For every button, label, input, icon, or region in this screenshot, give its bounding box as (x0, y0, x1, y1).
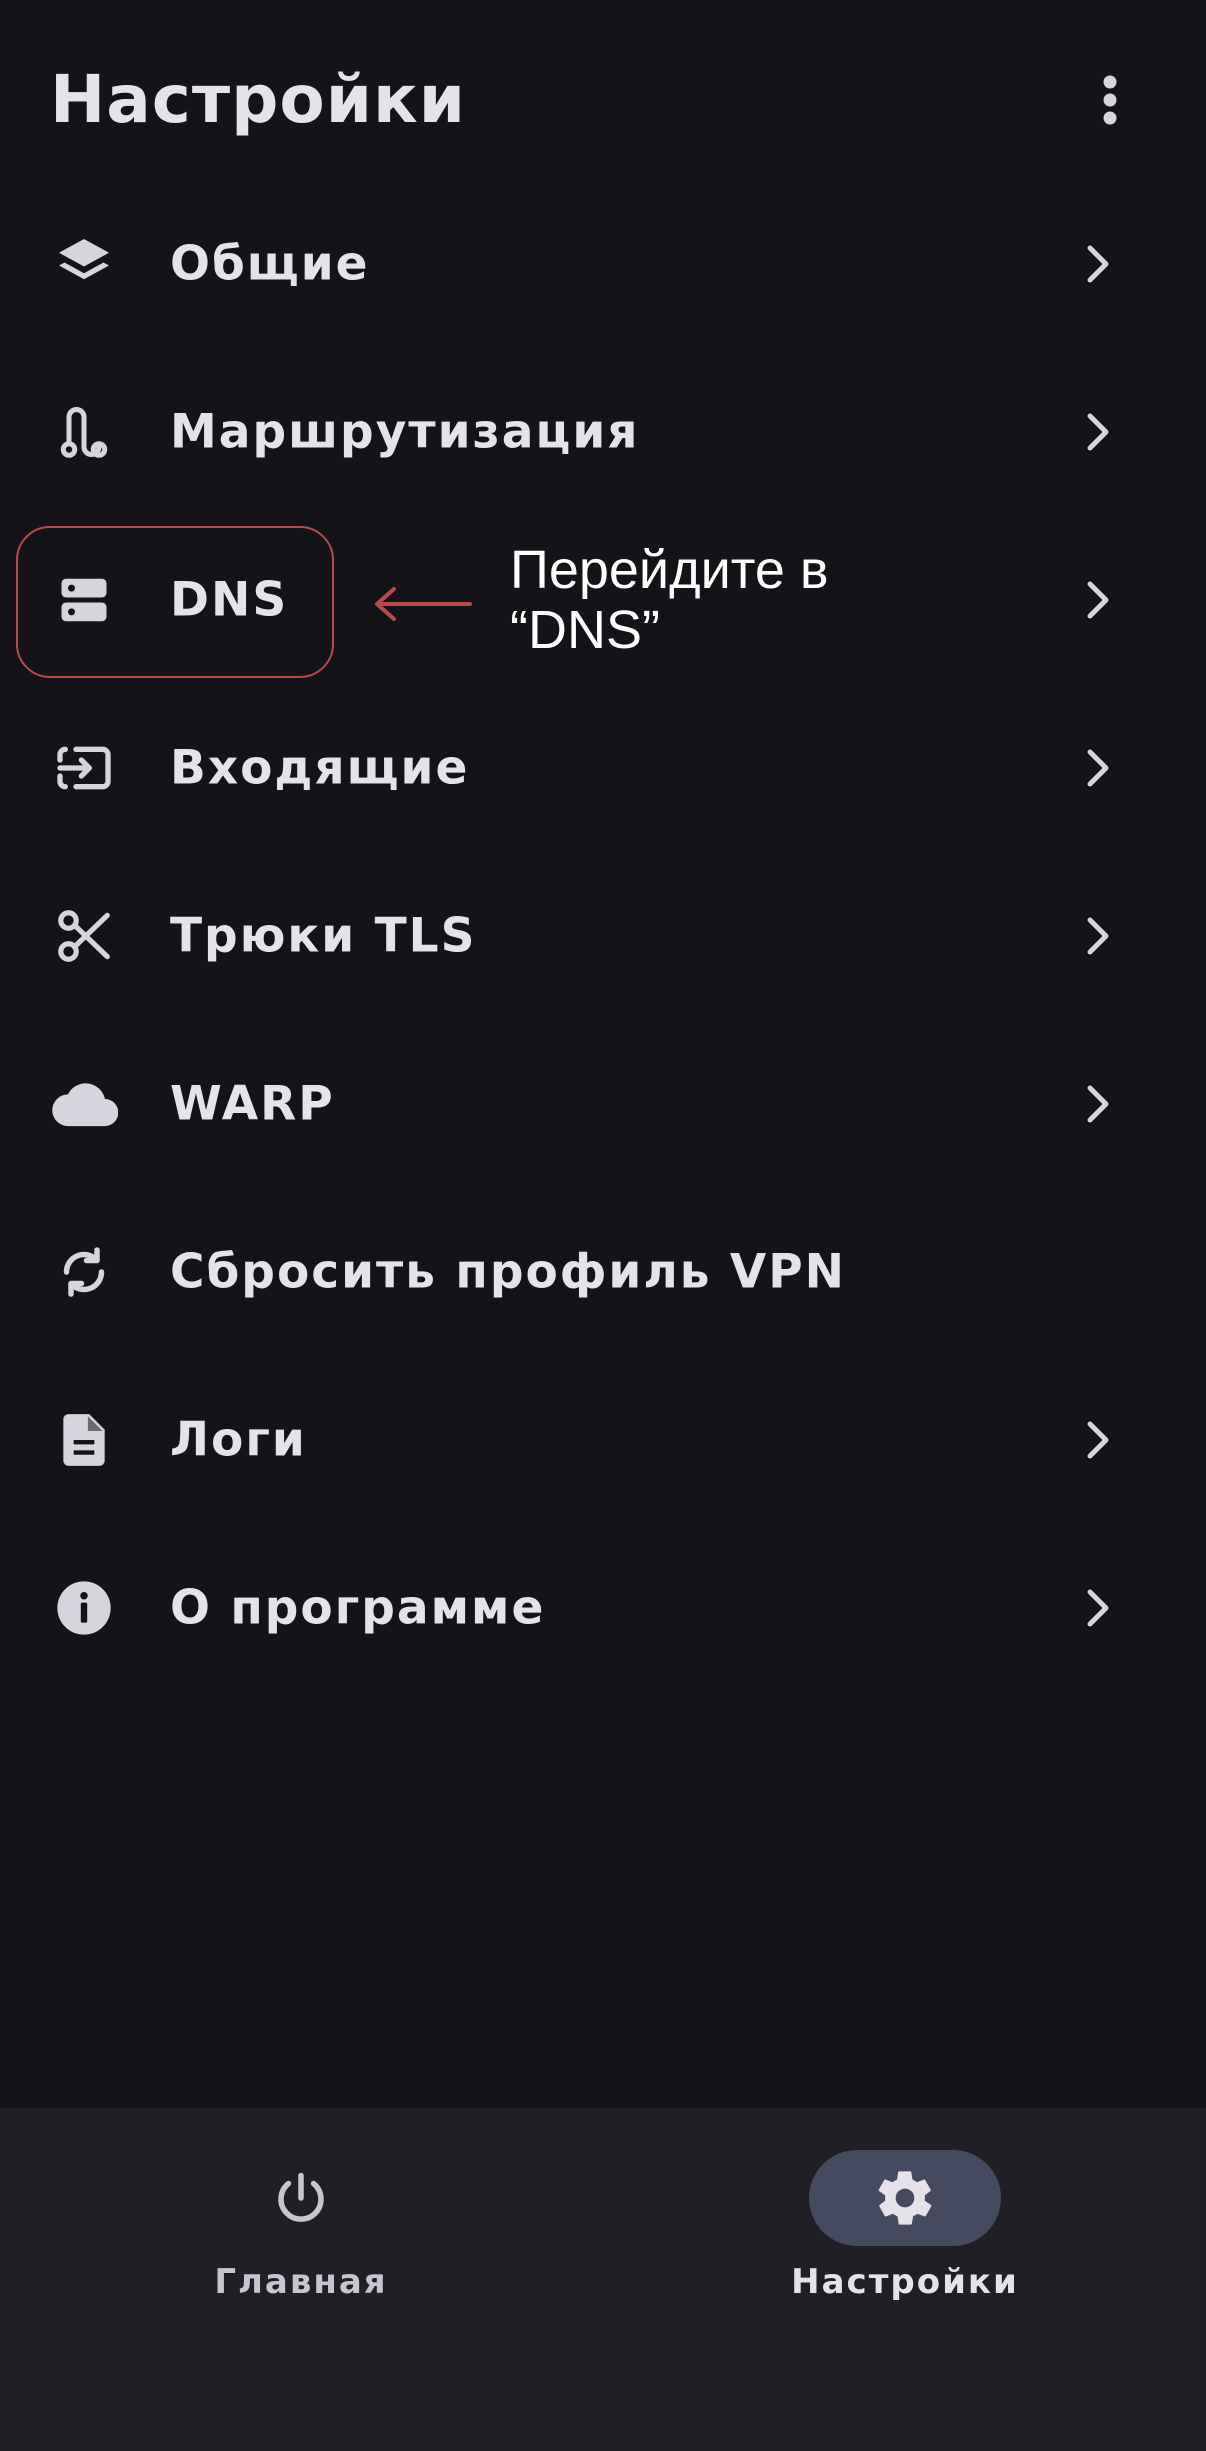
settings-screen: Настройки Общие Маршрутизация DNS Входящ… (0, 0, 1206, 2451)
nav-pill-active (809, 2150, 1001, 2246)
route-icon (50, 398, 118, 466)
chevron-right-icon (1087, 917, 1109, 955)
page-title: Настройки (50, 61, 467, 138)
cloud-icon (50, 1070, 118, 1138)
nav-item-home[interactable]: Главная (101, 2150, 501, 2350)
arrow-left-icon (375, 587, 472, 621)
menu-item-label: Входящие (170, 740, 470, 796)
input-icon (50, 734, 118, 802)
nav-label: Главная (214, 2262, 388, 2302)
chevron-right-icon (1087, 245, 1109, 283)
menu-item-reset-vpn-profile[interactable]: Сбросить профиль VPN (0, 1188, 1206, 1356)
menu-item-label: Общие (170, 236, 370, 292)
menu-item-label: Логи (170, 1412, 307, 1468)
chevron-right-icon (1087, 1085, 1109, 1123)
power-icon (278, 2172, 324, 2222)
menu-item-label: Сбросить профиль VPN (170, 1244, 846, 1300)
chevron-right-icon (1087, 581, 1109, 619)
nav-item-settings[interactable]: Настройки (705, 2150, 1105, 2350)
file-icon (50, 1406, 118, 1474)
nav-pill (205, 2150, 397, 2246)
gear-icon (878, 2171, 932, 2225)
chevron-right-icon (1087, 1589, 1109, 1627)
menu-item-tls-tricks[interactable]: Трюки TLS (0, 852, 1206, 1020)
menu-item-inbounds[interactable]: Входящие (0, 684, 1206, 852)
layers-icon (50, 230, 118, 298)
dns-icon (50, 566, 118, 634)
menu-item-label: Трюки TLS (170, 908, 477, 964)
menu-item-general[interactable]: Общие (0, 180, 1206, 348)
menu-item-label: DNS (170, 572, 289, 628)
menu-item-routing[interactable]: Маршрутизация (0, 348, 1206, 516)
sync-icon (50, 1238, 118, 1306)
chevron-right-icon (1087, 413, 1109, 451)
bottom-navigation: Главная Настройки (0, 2108, 1206, 2451)
menu-item-about[interactable]: О программе (0, 1524, 1206, 1692)
chevron-right-icon (1087, 749, 1109, 787)
annotation-text: Перейдите в “DNS” (510, 540, 829, 660)
scissors-icon (50, 902, 118, 970)
menu-item-label: Маршрутизация (170, 404, 640, 460)
nav-label: Настройки (791, 2262, 1019, 2302)
menu-item-warp[interactable]: WARP (0, 1020, 1206, 1188)
info-icon (50, 1574, 118, 1642)
menu-item-label: WARP (170, 1076, 335, 1132)
menu-item-label: О программе (170, 1580, 546, 1636)
menu-item-logs[interactable]: Логи (0, 1356, 1206, 1524)
more-vertical-icon (1103, 75, 1117, 125)
more-options-button[interactable] (1080, 60, 1140, 140)
chevron-right-icon (1087, 1421, 1109, 1459)
